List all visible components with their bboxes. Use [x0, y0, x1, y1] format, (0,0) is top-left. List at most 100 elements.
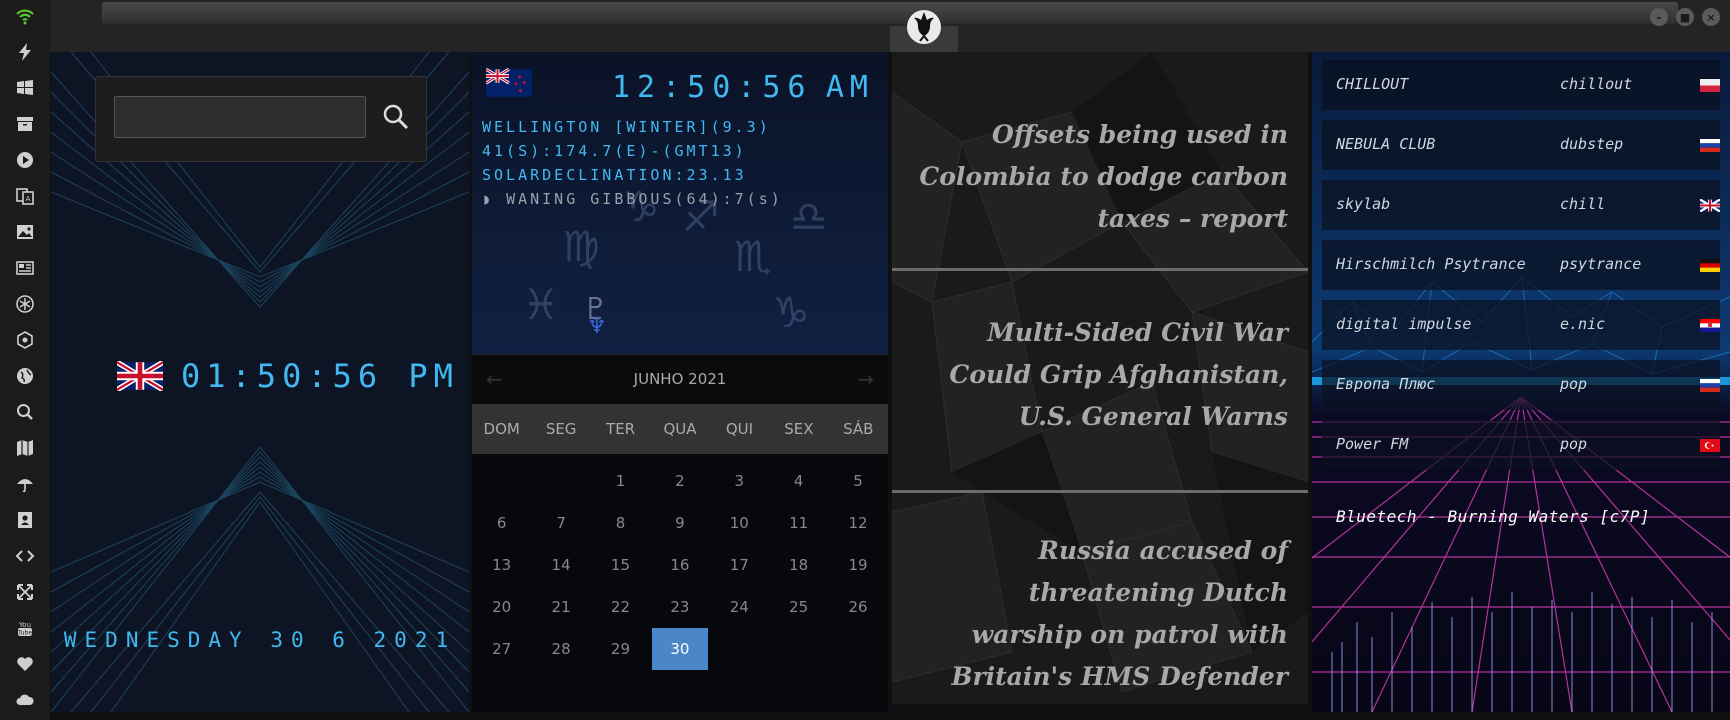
svg-text:A: A: [26, 195, 31, 203]
nz-clock-row: 12:50:56 AM: [485, 67, 878, 105]
station-genre: e.nic: [1560, 315, 1606, 333]
weekday-label: SÁB: [843, 420, 874, 438]
search-box: [95, 76, 427, 162]
calendar-empty-cell: [771, 628, 826, 670]
search-button[interactable]: [380, 101, 412, 133]
calendar-header: ← JUNHO 2021 →: [472, 354, 888, 404]
search-input[interactable]: [114, 96, 366, 138]
expand-icon[interactable]: [12, 579, 38, 605]
uk-clock-row: 01:50:56 PM: [117, 357, 459, 395]
calendar-day[interactable]: 29: [593, 628, 648, 670]
calendar-day[interactable]: 1: [593, 460, 648, 502]
logo-tab[interactable]: [890, 0, 958, 52]
play-icon[interactable]: [12, 147, 38, 173]
calendar-day[interactable]: 14: [533, 544, 588, 586]
translate-icon[interactable]: A: [12, 183, 38, 209]
station-row[interactable]: NEBULA CLUB dubstep: [1322, 120, 1720, 170]
nz-flag-icon: [485, 67, 532, 97]
russia-flag-icon: [1700, 379, 1720, 392]
calendar-day[interactable]: 9: [652, 502, 707, 544]
calendar-day[interactable]: 6: [474, 502, 529, 544]
search-icon[interactable]: [12, 399, 38, 425]
calendar-empty-cell: [712, 628, 767, 670]
station-row[interactable]: CHILLOUT chillout: [1322, 60, 1720, 110]
calendar-day[interactable]: 25: [771, 586, 826, 628]
calendar-day[interactable]: 30: [652, 628, 708, 670]
news-headline[interactable]: Offsets being used in Colombia to dodge …: [912, 114, 1288, 240]
calendar-day[interactable]: 27: [474, 628, 529, 670]
news-headline[interactable]: Multi-Sided Civil War Could Grip Afghani…: [912, 312, 1288, 438]
neptune-glyph: ♆: [587, 314, 607, 339]
calendar-empty-cell: [533, 460, 588, 502]
calendar-day[interactable]: 20: [474, 586, 529, 628]
close-button[interactable]: ×: [1702, 8, 1720, 26]
calendar-day[interactable]: 24: [712, 586, 767, 628]
station-row[interactable]: Power FM pop: [1322, 420, 1720, 470]
umbrella-icon[interactable]: [12, 471, 38, 497]
svg-text:You: You: [18, 621, 31, 629]
calendar-empty-cell: [830, 628, 885, 670]
heart-icon[interactable]: [12, 651, 38, 677]
next-month-button[interactable]: →: [857, 367, 874, 391]
calendar-day[interactable]: 10: [712, 502, 767, 544]
contacts-icon[interactable]: [12, 507, 38, 533]
youtube-icon[interactable]: You Tube: [12, 615, 38, 641]
astro-calendar-panel: ♍ ♑ ♐ ♏ ♎ ♓ ♇ ♆ ♑ 12:50:56 AM WELLINGTON…: [472, 52, 888, 712]
nz-time: 12:50:56: [612, 70, 813, 105]
calendar-day[interactable]: 17: [712, 544, 767, 586]
calendar-day[interactable]: 13: [474, 544, 529, 586]
calendar-day[interactable]: 5: [830, 460, 885, 502]
station-row[interactable]: Европа Плюс pop: [1322, 360, 1720, 410]
calendar-day[interactable]: 8: [593, 502, 648, 544]
calendar-day[interactable]: 7: [533, 502, 588, 544]
snowflake-icon[interactable]: [12, 291, 38, 317]
station-name: digital impulse: [1336, 315, 1472, 333]
date-display: WEDNESDAY 30 6 2021: [63, 628, 457, 652]
calendar-day[interactable]: 19: [830, 544, 885, 586]
map-icon[interactable]: [12, 435, 38, 461]
minimize-button[interactable]: –: [1650, 8, 1668, 26]
maximize-button[interactable]: ■: [1676, 8, 1694, 26]
calendar-day[interactable]: 16: [652, 544, 707, 586]
calendar-day[interactable]: 11: [771, 502, 826, 544]
calendar-day[interactable]: 15: [593, 544, 648, 586]
calendar-day[interactable]: 4: [771, 460, 826, 502]
calendar-day[interactable]: 26: [830, 586, 885, 628]
calendar-day[interactable]: 12: [830, 502, 885, 544]
globe-icon[interactable]: [12, 363, 38, 389]
hexagon-icon[interactable]: [12, 327, 38, 353]
windows-icon[interactable]: [12, 75, 38, 101]
magnifier-icon: [383, 104, 409, 130]
cloud-icon[interactable]: [12, 687, 38, 713]
calendar-day[interactable]: 21: [533, 586, 588, 628]
libra-glyph: ♎: [790, 192, 828, 241]
calendar-day[interactable]: 18: [771, 544, 826, 586]
calendar-day[interactable]: 23: [652, 586, 707, 628]
calendar-day[interactable]: 22: [593, 586, 648, 628]
calendar-day[interactable]: 28: [533, 628, 588, 670]
station-genre: psytrance: [1560, 255, 1642, 273]
station-row[interactable]: digital impulse e.nic: [1322, 300, 1720, 350]
station-name: Hirschmilch Psytrance: [1336, 255, 1526, 273]
radio-panel: CHILLOUT chillout NEBULA CLUB dubstep sk…: [1312, 52, 1730, 712]
lightning-icon[interactable]: [12, 39, 38, 65]
image-icon[interactable]: [12, 219, 38, 245]
weekday-label: SEG: [545, 420, 577, 438]
calendar-day[interactable]: 2: [652, 460, 707, 502]
archive-icon[interactable]: [12, 111, 38, 137]
news-icon[interactable]: [12, 255, 38, 281]
world-clock-panel: 01:50:56 PM WEDNESDAY 30 6 2021: [51, 52, 469, 712]
desktop-app: A You Tube – ■ × 01:50:56 PM WEDNESDAY 3…: [0, 0, 1730, 720]
title-bar: – ■ ×: [50, 0, 1730, 52]
uk-flag-icon: [1700, 199, 1720, 212]
weekday-label: SEX: [784, 420, 814, 438]
wifi-icon[interactable]: [12, 3, 38, 29]
now-playing[interactable]: Bluetech - Burning Waters [c7P]: [1336, 507, 1650, 526]
station-name: Power FM: [1336, 435, 1409, 453]
station-row[interactable]: skylab chill: [1322, 180, 1720, 230]
russia-flag-icon: [1700, 139, 1720, 152]
code-icon[interactable]: [12, 543, 38, 569]
calendar-day[interactable]: 3: [712, 460, 767, 502]
news-headline[interactable]: Russia accused of threatening Dutch wars…: [912, 530, 1288, 698]
station-row[interactable]: Hirschmilch Psytrance psytrance: [1322, 240, 1720, 290]
